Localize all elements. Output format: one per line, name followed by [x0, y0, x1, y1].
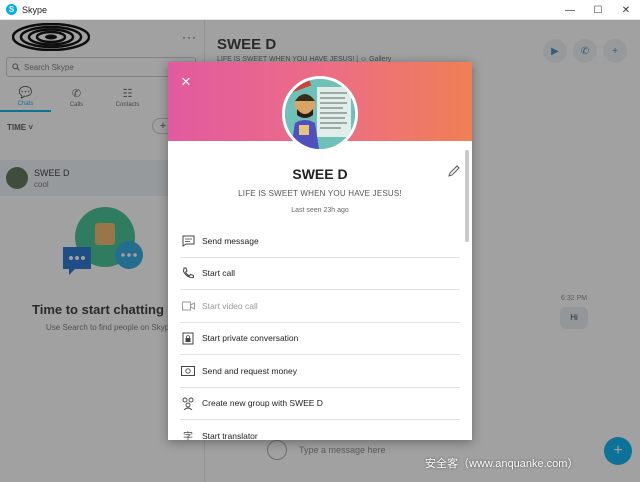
- mood-message: LIFE IS SWEET WHEN YOU HAVE JESUS!: [238, 189, 402, 198]
- profile-avatar[interactable]: [282, 76, 358, 152]
- pencil-icon[interactable]: [447, 164, 461, 183]
- video-icon: [181, 299, 195, 313]
- skype-logo-icon: S: [6, 4, 17, 15]
- start-private-conversation-button[interactable]: Start private conversation: [180, 323, 460, 355]
- action-label: Send message: [202, 235, 259, 246]
- action-label: Start translator: [202, 430, 258, 440]
- money-icon: [181, 364, 195, 378]
- action-label: Start video call: [202, 300, 258, 311]
- start-translator-button[interactable]: 字 Start translator: [180, 420, 460, 440]
- maximize-icon[interactable]: ☐: [584, 0, 612, 20]
- phone-icon: [181, 266, 195, 280]
- profile-dialog: × SWEE D LIFE IS SWEET WHEN YOU HAVE JES…: [168, 62, 472, 440]
- action-label: Start private conversation: [202, 333, 299, 344]
- group-icon: [181, 396, 195, 410]
- profile-name: SWEE D: [292, 166, 348, 182]
- create-group-button[interactable]: Create new group with SWEE D: [180, 388, 460, 420]
- send-request-money-button[interactable]: Send and request money: [180, 355, 460, 388]
- scrollbar[interactable]: [465, 150, 469, 242]
- profile-actions: Send message Start call Start video call…: [180, 225, 460, 440]
- action-label: Send and request money: [202, 365, 297, 376]
- lock-icon: [181, 331, 195, 345]
- start-video-call-button[interactable]: Start video call: [180, 290, 460, 323]
- close-icon[interactable]: ×: [181, 73, 191, 90]
- minimize-icon[interactable]: —: [556, 0, 584, 20]
- action-label: Start call: [202, 268, 236, 279]
- message-icon: [181, 234, 195, 248]
- last-seen-status: Last seen 23h ago: [291, 207, 349, 214]
- watermark-text: 安全客（www.anquanke.com）: [425, 458, 579, 470]
- avatar-image: [285, 79, 355, 149]
- window-title: Skype: [22, 4, 48, 15]
- translate-icon: 字: [183, 432, 193, 440]
- title-bar: S Skype — ☐ ✕: [0, 0, 640, 20]
- start-call-button[interactable]: Start call: [180, 258, 460, 290]
- action-label: Create new group with SWEE D: [202, 398, 323, 409]
- close-icon[interactable]: ✕: [612, 0, 640, 20]
- send-message-button[interactable]: Send message: [180, 225, 460, 258]
